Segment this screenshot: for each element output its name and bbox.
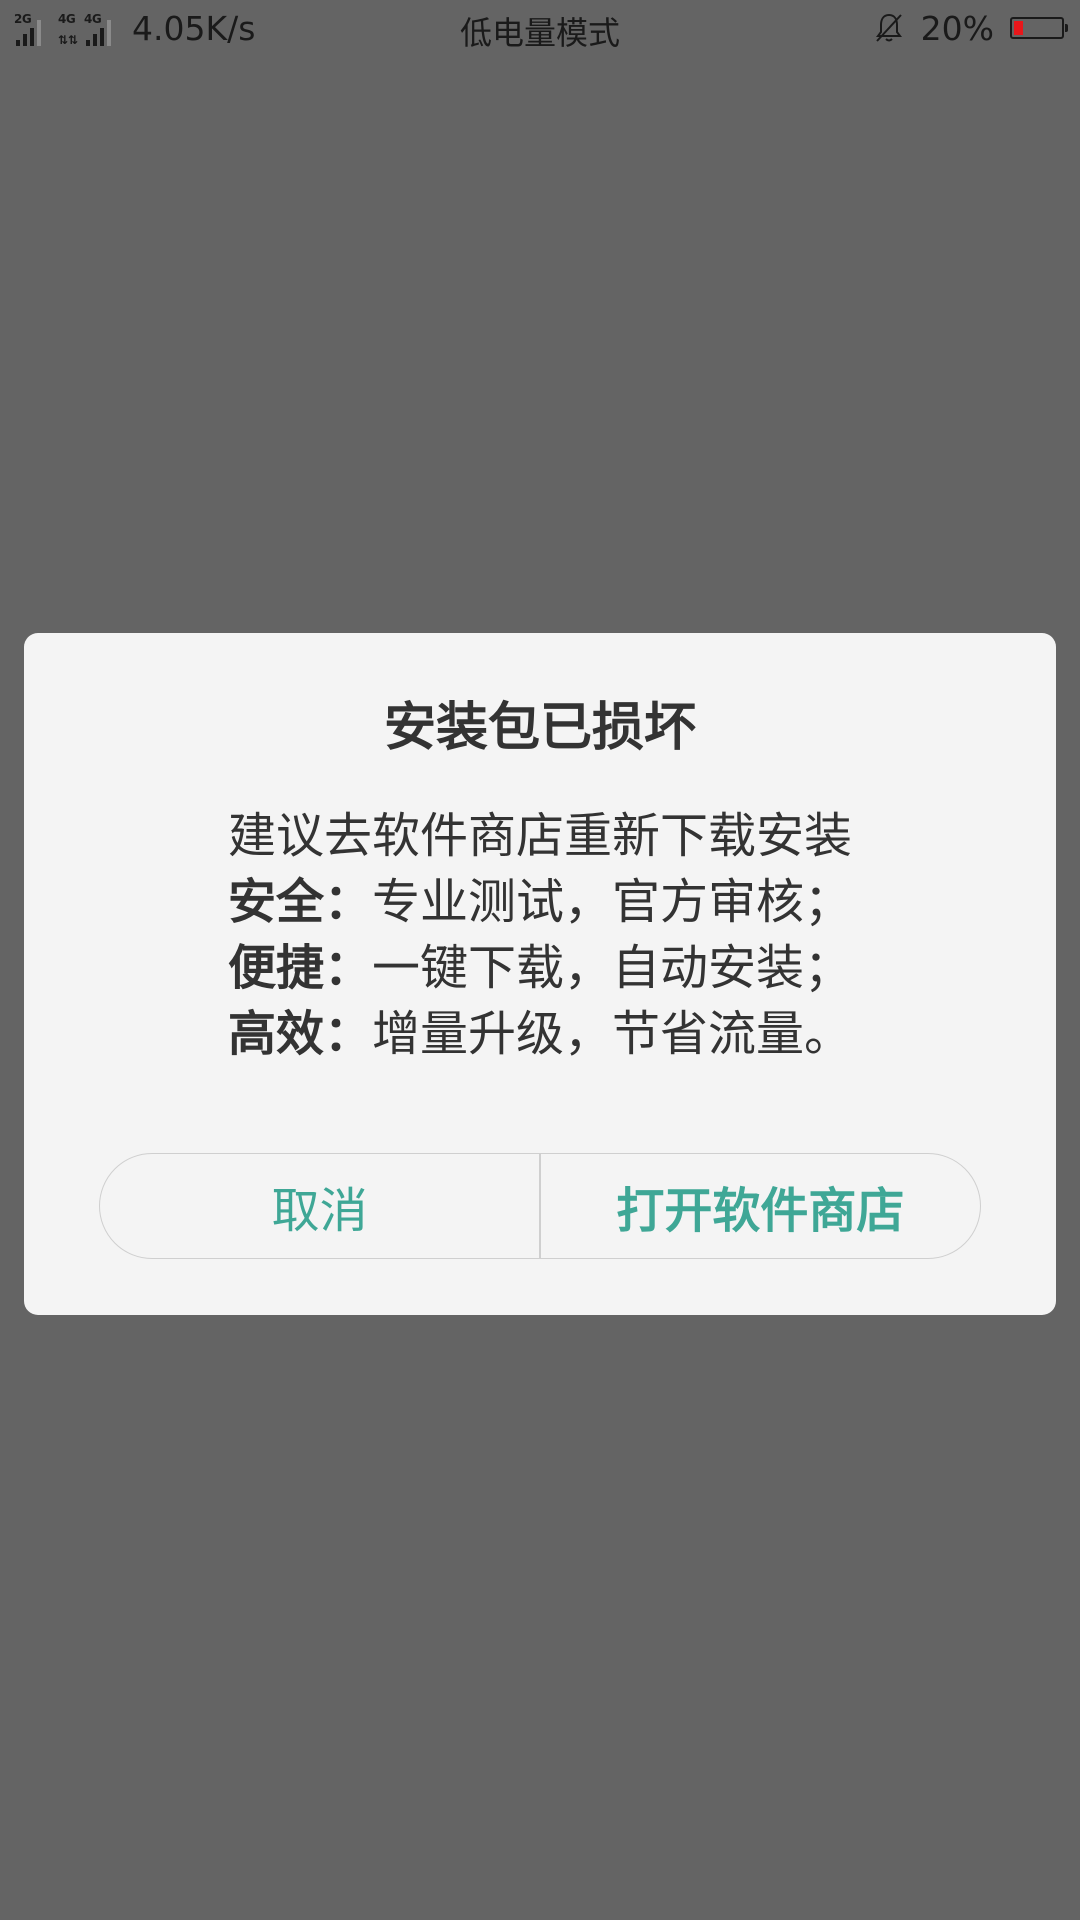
feature-label: 便捷： (227, 940, 372, 996)
dialog-title: 安装包已损坏 (383, 698, 696, 758)
cancel-button[interactable]: 取消 (100, 1154, 539, 1258)
feature-line-efficiency: 高效：增量升级，节省流量。 (24, 1001, 1056, 1067)
open-store-button[interactable]: 打开软件商店 (541, 1154, 980, 1258)
status-bar: 2G 4G 4G ⇅⇅ 4.05K/s 低电量模式 20% (0, 0, 1080, 56)
feature-line-safety: 安全：专业测试，官方审核； (24, 869, 1056, 935)
battery-percent: 20% (920, 8, 994, 48)
bell-muted-icon (875, 13, 902, 42)
feature-line-convenience: 便捷：一键下载，自动安装； (24, 935, 1056, 1001)
battery-level-fill (1014, 21, 1024, 35)
status-right: 20% (873, 8, 1068, 48)
feature-label: 高效： (227, 1006, 372, 1062)
dialog-button-group: 取消 打开软件商店 (99, 1153, 981, 1259)
feature-text: 一键下载，自动安装； (372, 940, 853, 996)
feature-label: 安全： (227, 874, 372, 930)
feature-text: 专业测试，官方审核； (372, 874, 853, 930)
install-error-dialog: 安装包已损坏 建议去软件商店重新下载安装 安全：专业测试，官方审核； 便捷：一键… (24, 633, 1056, 1315)
dialog-body: 建议去软件商店重新下载安装 安全：专业测试，官方审核； 便捷：一键下载，自动安装… (24, 803, 1056, 1067)
feature-text: 增量升级，节省流量。 (372, 1006, 853, 1062)
dialog-message: 建议去软件商店重新下载安装 (227, 808, 852, 864)
battery-icon (1010, 17, 1068, 39)
